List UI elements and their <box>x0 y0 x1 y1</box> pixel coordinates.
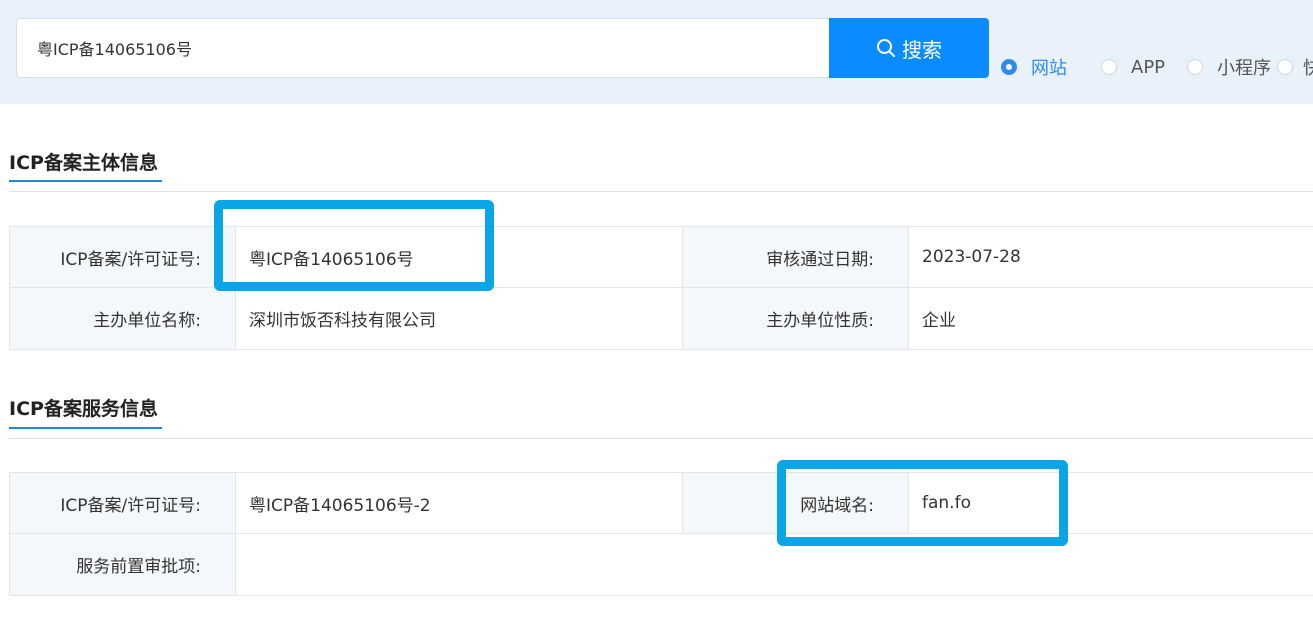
service-section-divider <box>9 438 1313 439</box>
radio-label: 小程序 <box>1217 58 1272 79</box>
domain-label: 网站域名: <box>683 473 909 533</box>
radio-unchecked-icon <box>1101 59 1117 75</box>
service-license-label: ICP备案/许可证号: <box>10 473 236 533</box>
search-button-label: 搜索 <box>902 37 942 62</box>
approval-date-label: 审核通过日期: <box>683 227 909 287</box>
service-row-license: ICP备案/许可证号: 粤ICP备14065106号-2 网站域名: fan.f… <box>9 472 1313 534</box>
license-label: ICP备案/许可证号: <box>10 227 236 287</box>
search-bar: 搜索 网站 APP 小程序 快应 <box>0 0 1313 104</box>
radio-website[interactable]: 网站 <box>1001 54 1101 80</box>
radio-label: 快应 <box>1303 58 1313 79</box>
organizer-type-value: 企业 <box>909 288 1313 349</box>
radio-miniprogram[interactable]: 小程序 <box>1187 54 1277 80</box>
service-license-value: 粤ICP备14065106号-2 <box>236 473 683 533</box>
radio-unchecked-icon <box>1277 59 1294 75</box>
radio-unchecked-icon <box>1187 59 1204 75</box>
radio-label: APP <box>1131 56 1166 78</box>
subject-section-title: ICP备案主体信息 <box>9 152 158 174</box>
preapproval-value <box>236 534 1313 595</box>
radio-quickapp[interactable]: 快应 <box>1277 54 1313 80</box>
radio-label: 网站 <box>1031 58 1067 79</box>
subject-row-license: ICP备案/许可证号: 粤ICP备14065106号 审核通过日期: 2023-… <box>9 226 1313 288</box>
subject-title-underline <box>9 180 162 182</box>
subject-section-divider <box>9 191 1313 192</box>
radio-checked-icon <box>1001 59 1017 75</box>
domain-value: fan.fo <box>909 473 1313 533</box>
organizer-name-value: 深圳市饭否科技有限公司 <box>236 288 683 349</box>
service-row-preapproval: 服务前置审批项: <box>9 534 1313 596</box>
service-title-underline <box>9 427 162 429</box>
license-value: 粤ICP备14065106号 <box>236 227 683 287</box>
search-input[interactable] <box>16 18 829 78</box>
service-section-title: ICP备案服务信息 <box>9 398 158 420</box>
radio-app[interactable]: APP <box>1101 57 1187 78</box>
organizer-type-label: 主办单位性质: <box>683 288 909 349</box>
organizer-name-label: 主办单位名称: <box>10 288 236 349</box>
search-type-radio-group: 网站 APP 小程序 快应 <box>1001 52 1313 82</box>
approval-date-value: 2023-07-28 <box>909 227 1313 287</box>
subject-row-organizer: 主办单位名称: 深圳市饭否科技有限公司 主办单位性质: 企业 <box>9 288 1313 350</box>
preapproval-label: 服务前置审批项: <box>10 534 236 595</box>
search-button[interactable]: 搜索 <box>829 18 989 78</box>
search-icon <box>877 39 895 57</box>
